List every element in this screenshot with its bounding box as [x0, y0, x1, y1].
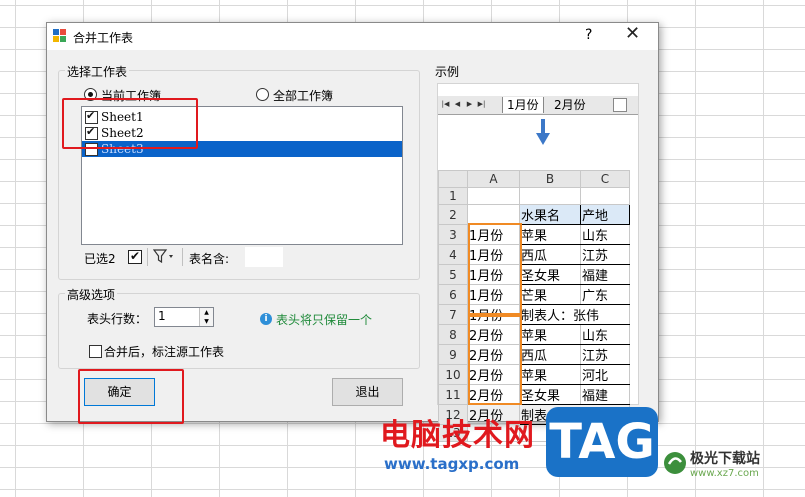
row-number: 2 [438, 204, 468, 225]
mark-source-checkbox[interactable] [89, 345, 102, 358]
cell-b: 西瓜 [519, 244, 581, 265]
prev-sheet-icon: ◀ [454, 100, 461, 108]
merge-sheets-dialog: 合并工作表 ? ✕ 选择工作表 当前工作簿 全部工作簿 ✔ Sheet1 ✔ S… [46, 22, 659, 442]
row-number: 5 [438, 264, 468, 285]
name-contains-input[interactable] [245, 247, 283, 267]
list-toolbar: 已选2 ✔ 表名含: [81, 245, 401, 269]
col-header-c: C [580, 170, 630, 188]
row-number: 9 [438, 344, 468, 365]
filter-icon[interactable] [152, 249, 175, 266]
cell-a [467, 187, 520, 205]
row-number: 4 [438, 244, 468, 265]
cell-b [519, 187, 581, 205]
close-icon[interactable]: ✕ [625, 23, 640, 44]
cell-c: 江苏 [580, 344, 630, 365]
advanced-options-title: 高级选项 [65, 286, 118, 303]
row-number: 1 [438, 187, 468, 205]
site-logo-cn: 极光下载站 [690, 451, 760, 467]
help-button[interactable]: ? [585, 27, 592, 43]
highlight-checked-sheets [62, 98, 198, 149]
cell-c: 广东 [580, 284, 630, 305]
new-sheet-icon [613, 98, 627, 112]
cell-b: 苹果 [519, 324, 581, 345]
sheet-tab-bar: |◀ ◀ ▶ ▶| 1月份 2月份 [438, 96, 638, 115]
watermark-url: www.tagxp.com [384, 455, 520, 473]
cell-c: 山东 [580, 224, 630, 245]
header-rows-stepper[interactable]: 1 ▲ ▼ [154, 307, 214, 327]
col-header-a: A [467, 170, 520, 188]
corner-cell [438, 170, 468, 188]
cell-c: 福建 [580, 384, 630, 405]
row-number: 3 [438, 224, 468, 245]
radio-all-label[interactable]: 全部工作簿 [273, 87, 333, 104]
highlight-ok-button [78, 369, 184, 424]
row-number: 6 [438, 284, 468, 305]
cell-c: 江苏 [580, 244, 630, 265]
cell-c: 福建 [580, 264, 630, 285]
cell-b: 圣女果 [519, 264, 581, 285]
cell-b: 西瓜 [519, 344, 581, 365]
selected-count: 已选2 [84, 252, 116, 266]
cell-b: 苹果 [519, 364, 581, 385]
dialog-title: 合并工作表 [73, 31, 134, 45]
radio-all-workbooks[interactable] [256, 88, 269, 101]
preview-panel: |◀ ◀ ▶ ▶| 1月份 2月份 A B C 1 2 水果名 产地 3 1月份 苹果山… [437, 83, 639, 442]
toolbar-separator-2 [182, 248, 183, 266]
app-icon [53, 29, 67, 43]
header-rows-value[interactable]: 1 [158, 309, 166, 323]
site-logo: 极光下载站 www.xz7.com [662, 444, 802, 484]
highlight-month2-column [468, 313, 522, 405]
next-sheet-icon: ▶ [466, 100, 473, 108]
site-logo-icon [664, 452, 686, 474]
select-all-checkbox[interactable]: ✔ [128, 249, 142, 264]
first-sheet-icon: |◀ [441, 100, 450, 108]
row-number: 11 [438, 384, 468, 405]
cell-c [580, 187, 630, 205]
col-header-b: B [519, 170, 581, 188]
cell-b: 芒果 [519, 284, 581, 305]
mark-source-label[interactable]: 合并后，标注源工作表 [104, 343, 224, 360]
cell-b: 水果名 [519, 204, 581, 225]
arrow-down-icon [536, 119, 550, 145]
cell-b: 圣女果 [519, 384, 581, 405]
site-logo-en: www.xz7.com [690, 468, 759, 479]
cell-c: 河北 [580, 364, 630, 385]
header-rows-label: 表头行数： [87, 312, 148, 326]
row-number: 8 [438, 324, 468, 345]
title-bar: 合并工作表 ? ✕ [47, 23, 658, 50]
cell-b: 制表人：张伟 [519, 304, 630, 325]
cell-c: 产地 [580, 204, 630, 225]
name-contains-label: 表名含: [189, 252, 230, 266]
row-number: 7 [438, 304, 468, 325]
info-icon: i [260, 313, 272, 325]
cell-b: 苹果 [519, 224, 581, 245]
tag-logo: TAG [546, 407, 658, 477]
cell-a [467, 204, 520, 225]
stepper-arrows[interactable]: ▲ ▼ [199, 308, 213, 326]
preview-title: 示例 [435, 65, 460, 79]
highlight-month1-column [468, 223, 522, 317]
preview-tab-2: 2月份 [554, 98, 586, 112]
preview-tab-1: 1月份 [502, 97, 544, 113]
row-number: 10 [438, 364, 468, 385]
preview-table: A B C 1 2 水果名 产地 3 1月份 苹果 山东 4 1月份 西瓜 江苏 5 1月份 圣女果… [438, 170, 630, 442]
exit-button[interactable]: 退出 [332, 378, 403, 406]
info-text: 表头将只保留一个 [276, 313, 373, 327]
watermark-title: 电脑技术网 [380, 418, 535, 453]
last-sheet-icon: ▶| [477, 100, 486, 108]
cell-c: 山东 [580, 324, 630, 345]
toolbar-separator [147, 248, 148, 266]
select-sheets-title: 选择工作表 [65, 63, 130, 80]
